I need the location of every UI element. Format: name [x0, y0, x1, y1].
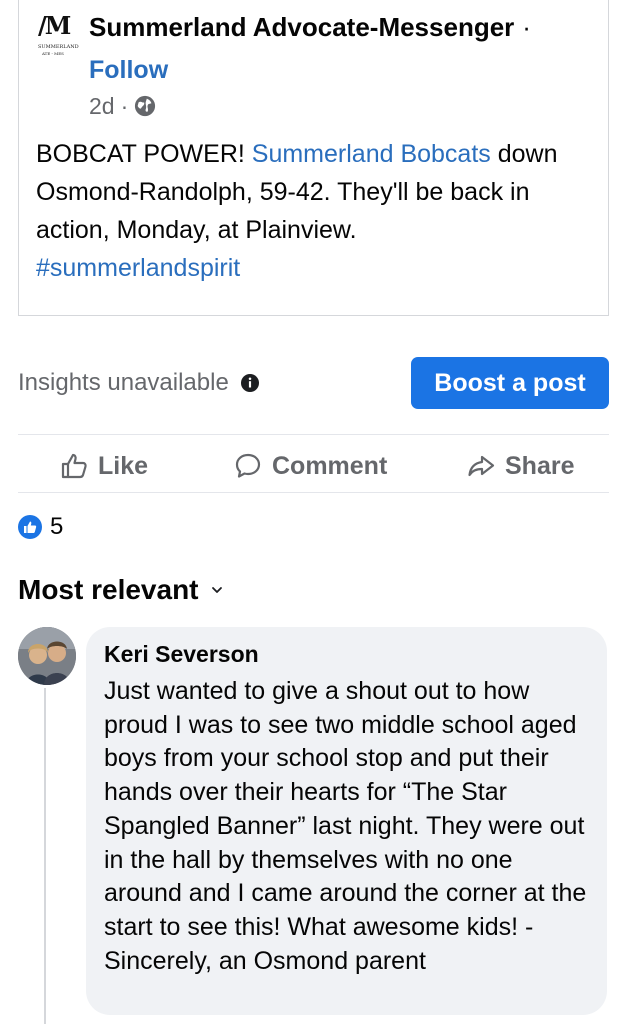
thread-line [44, 688, 46, 1024]
share-label: Share [505, 451, 575, 480]
share-icon [468, 455, 495, 477]
hashtag-link[interactable]: #summerlandspirit [36, 254, 240, 282]
divider [18, 492, 609, 493]
page-logo[interactable]: /M SUMMERLAND ATE - MES [36, 12, 80, 62]
comment-text: Just wanted to give a shout out to how p… [104, 677, 587, 975]
comment-sort-dropdown[interactable]: Most relevant [18, 570, 223, 610]
insights-label: Insights unavailable [18, 369, 229, 396]
thumbs-up-icon [61, 453, 87, 479]
chevron-down-icon [211, 587, 222, 593]
globe-icon [135, 95, 156, 117]
time-separator: · [120, 93, 129, 119]
mention-link[interactable]: Summerland Bobcats [252, 140, 491, 168]
page-name[interactable]: Summerland Advocate-Messenger · [89, 10, 531, 44]
like-label: Like [98, 451, 149, 480]
comment-icon [235, 453, 261, 478]
comment-button[interactable]: Comment [234, 446, 387, 486]
share-button[interactable]: Share [467, 446, 574, 486]
post-text-part1: BOBCAT POWER! [36, 140, 252, 168]
avatar-image [18, 627, 76, 685]
info-icon[interactable] [240, 374, 259, 392]
page-name-text[interactable]: Summerland Advocate-Messenger [89, 12, 514, 42]
like-reaction-icon [18, 515, 42, 539]
divider [18, 434, 609, 435]
logo-mark: /M [38, 11, 71, 40]
insights-status: Insights unavailable [18, 366, 259, 400]
comment-label: Comment [272, 451, 388, 480]
post-meta: 2d · [89, 90, 156, 122]
name-separator: · [522, 12, 531, 42]
logo-text-line1: SUMMERLAND [38, 44, 79, 50]
comment-author[interactable]: Keri Severson [104, 639, 589, 669]
comment-bubble: Keri Severson Just wanted to give a shou… [86, 627, 607, 1015]
post-time[interactable]: 2d [89, 90, 115, 122]
follow-button[interactable]: Follow [89, 53, 168, 87]
logo-text-line2: ATE - MES [42, 51, 64, 56]
post-text: BOBCAT POWER! Summerland Bobcats down Os… [36, 135, 596, 287]
reaction-summary[interactable]: 5 [18, 513, 63, 541]
reaction-count: 5 [50, 513, 64, 540]
like-button[interactable]: Like [60, 446, 148, 486]
sort-label: Most relevant [18, 574, 199, 605]
boost-post-button[interactable]: Boost a post [411, 357, 609, 409]
avatar[interactable] [18, 627, 76, 685]
